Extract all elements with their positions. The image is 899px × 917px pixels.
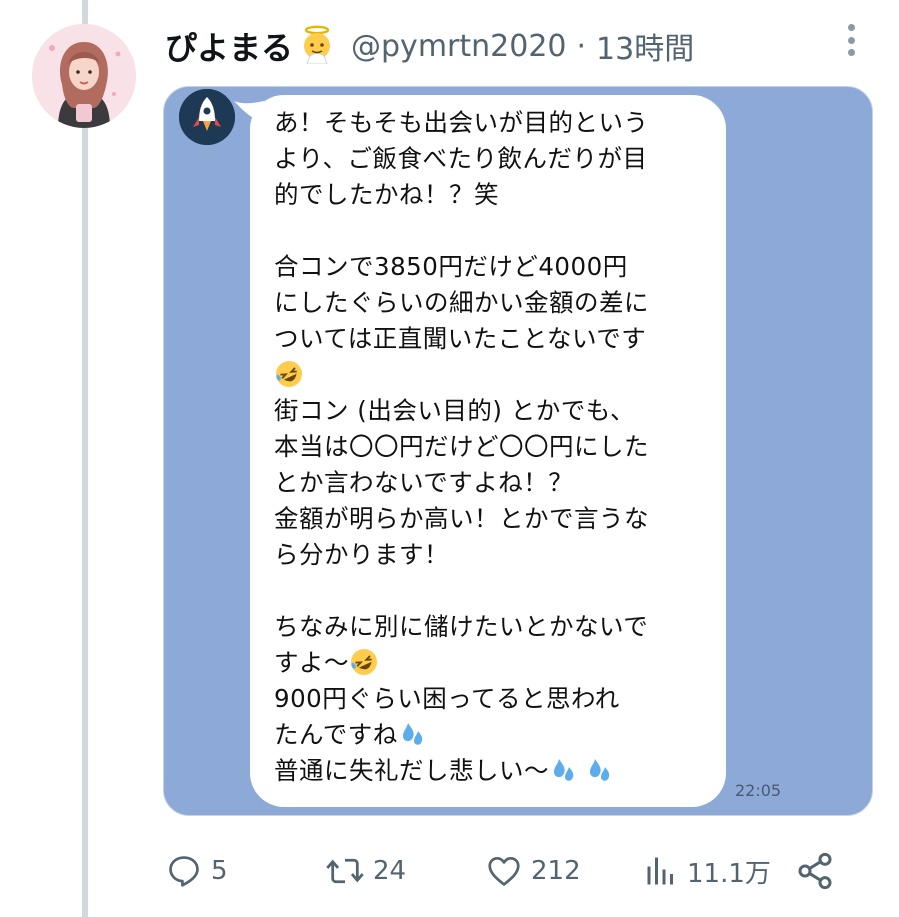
chat-message: あ！そもそも出会いが目的という より、ご飯食べたり飲んだりが目 的でしたかね！？… <box>274 105 714 789</box>
sweat-droplets-emoji-icon <box>590 759 610 781</box>
like-button[interactable]: 212 <box>485 846 581 896</box>
user-handle[interactable]: @pymrtn2020 <box>351 29 566 64</box>
views-icon <box>647 857 673 885</box>
rolling-laughing-emoji-icon <box>351 649 377 675</box>
retweet-count: 24 <box>373 856 407 886</box>
retweet-button[interactable]: 24 <box>325 846 406 896</box>
message-text: すよ〜 <box>274 648 349 677</box>
display-name[interactable]: ぴよまる <box>165 23 293 69</box>
message-line: 金額が明らか高い！とかで言うな <box>274 504 649 533</box>
message-line: より、ご飯食べたり飲んだりが目 <box>274 144 648 173</box>
message-text: 普通に失礼だし悲しい〜 <box>274 756 549 785</box>
share-icon <box>798 852 832 890</box>
reply-count: 5 <box>211 856 228 886</box>
like-count: 212 <box>531 856 581 886</box>
message-line: とか言わないですよね！？ <box>274 468 574 497</box>
message-timestamp: 22:05 <box>735 781 782 800</box>
more-icon[interactable] <box>836 20 866 60</box>
angel-emoji-icon <box>297 24 337 68</box>
tweet-header: ぴよまる @pymrtn2020 · 13時間 <box>165 22 694 70</box>
rocket-avatar-icon <box>179 89 235 145</box>
message-line: ついては正直聞いたことないです <box>274 324 647 353</box>
message-line <box>274 213 714 249</box>
separator-dot: · <box>576 28 587 64</box>
views-button[interactable]: 11.1万 <box>643 846 771 896</box>
reply-icon <box>169 856 199 887</box>
message-line: 街コン (出会い目的) とかでも、 <box>274 396 635 425</box>
avatar-illustration <box>32 24 136 128</box>
message-line <box>274 573 714 609</box>
thread-line <box>82 0 88 917</box>
message-line-with-emoji: すよ〜 <box>274 645 714 681</box>
rolling-laughing-emoji-icon <box>276 361 302 387</box>
message-line: 的でしたかね！？笑 <box>274 180 499 209</box>
message-text: たんですね <box>274 720 398 749</box>
message-line-with-emoji: たんですね <box>274 717 714 753</box>
reply-button[interactable]: 5 <box>165 846 228 896</box>
retweet-icon <box>326 858 364 884</box>
share-button[interactable] <box>795 846 835 896</box>
message-line: ら分かります！ <box>274 540 449 569</box>
views-count: 11.1万 <box>687 858 771 889</box>
message-line: ちなみに別に儲けたいとかないで <box>274 612 649 641</box>
message-line-with-emoji: 普通に失礼だし悲しい〜 <box>274 753 714 789</box>
sweat-droplets-emoji-icon <box>554 759 574 781</box>
attached-image[interactable]: あ！そもそも出会いが目的という より、ご飯食べたり飲んだりが目 的でしたかね！？… <box>163 86 873 816</box>
tweet-actions: 5 24 212 11.1万 <box>165 846 845 896</box>
message-line-emoji <box>274 357 714 393</box>
message-line: 900円ぐらい困ってると思われ <box>274 684 620 713</box>
post-time[interactable]: 13時間 <box>596 24 694 68</box>
message-line: あ！そもそも出会いが目的という <box>274 108 649 137</box>
sweat-droplets-emoji-icon <box>402 723 423 745</box>
avatar[interactable] <box>32 24 136 128</box>
message-line: 合コンで3850円だけど4000円 <box>274 252 628 281</box>
message-line: 本当は〇〇円だけど〇〇円にした <box>274 432 649 461</box>
message-line: にしたぐらいの細かい金額の差に <box>274 288 649 317</box>
heart-icon <box>488 856 520 886</box>
